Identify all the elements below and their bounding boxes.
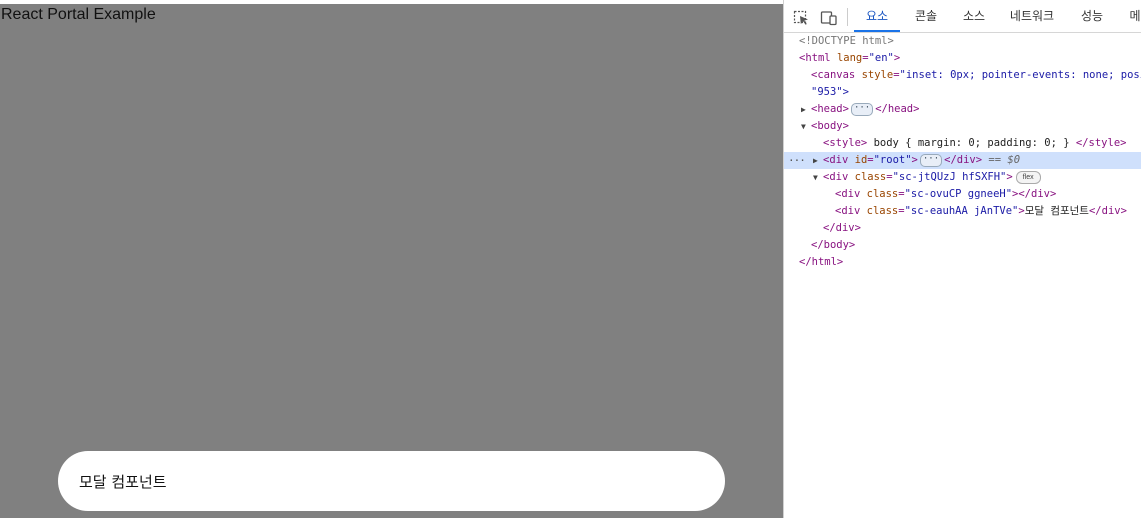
- tab-performance[interactable]: 성능: [1074, 0, 1110, 32]
- dom-node-head[interactable]: ▶ <head> ··· </head>: [784, 101, 1141, 118]
- collapse-triangle-icon[interactable]: ▼: [813, 169, 818, 186]
- dom-node-style[interactable]: <style> body { margin: 0; padding: 0; } …: [784, 135, 1141, 152]
- expand-triangle-icon[interactable]: ▶: [813, 152, 818, 169]
- dom-node-canvas-cont: "953">: [811, 86, 849, 98]
- inspect-element-icon[interactable]: [793, 10, 811, 26]
- dom-tree: <!DOCTYPE html> <html lang="en"> <canvas…: [784, 33, 1141, 271]
- flex-badge[interactable]: flex: [1015, 170, 1041, 184]
- tab-memory[interactable]: 메: [1124, 0, 1141, 32]
- dom-node-content-div[interactable]: <div class="sc-eauhAA jAnTVe">모달 컴포넌트</d…: [784, 203, 1141, 220]
- modal-dialog[interactable]: 모달 컴포넌트: [58, 451, 725, 511]
- tab-sources[interactable]: 소스: [952, 0, 996, 32]
- page-viewport: React Portal Example 모달 컴포넌트: [0, 4, 783, 518]
- dom-node-portal-div[interactable]: ▼ <div class="sc-jtQUzJ hfSXFH"> flex: [784, 169, 1141, 186]
- expand-triangle-icon[interactable]: ▶: [801, 101, 806, 118]
- tab-network[interactable]: 네트워크: [1004, 0, 1060, 32]
- device-toggle-icon[interactable]: [820, 10, 838, 26]
- devtools-toolbar: 요소 콘솔 소스 네트워크 성능 메: [784, 0, 1141, 33]
- dom-node-portal-close: </div>: [823, 222, 861, 234]
- dom-node-body[interactable]: ▼ <body>: [784, 118, 1141, 135]
- page-heading: React Portal Example: [1, 6, 156, 23]
- modal-text: 모달 컴포넌트: [79, 472, 167, 491]
- dom-node-body-close: </body>: [811, 239, 856, 251]
- tab-elements[interactable]: 요소: [854, 0, 900, 32]
- dom-node-overlay-div[interactable]: <div class="sc-ovuCP ggneeH"></div>: [784, 186, 1141, 203]
- collapsed-ellipsis[interactable]: ···: [919, 153, 943, 167]
- tab-console[interactable]: 콘솔: [904, 0, 948, 32]
- dom-node-html[interactable]: <html lang="en">: [784, 50, 1141, 67]
- row-more-icon[interactable]: ···: [788, 152, 806, 169]
- collapse-triangle-icon[interactable]: ▼: [801, 118, 806, 135]
- devtools-panel: 요소 콘솔 소스 네트워크 성능 메 <!DOCTYPE html> <html…: [783, 0, 1141, 518]
- dom-node-root-div[interactable]: ··· ▶ <div id="root"> ··· </div> == $0: [784, 152, 1141, 169]
- dom-node-html-close: </html>: [799, 256, 844, 268]
- dom-node-canvas[interactable]: <canvas style="inset: 0px; pointer-event…: [784, 67, 1141, 84]
- dom-node-doctype[interactable]: <!DOCTYPE html>: [784, 33, 1141, 50]
- toolbar-separator: [847, 8, 848, 26]
- collapsed-ellipsis[interactable]: ···: [850, 102, 874, 116]
